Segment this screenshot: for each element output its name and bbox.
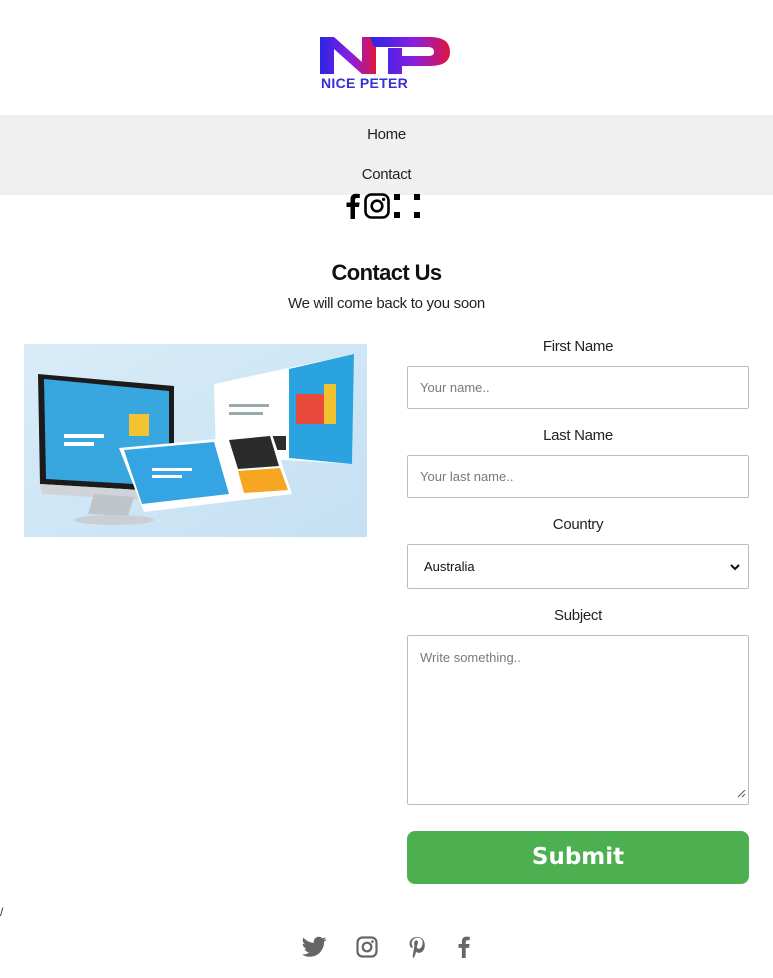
facebook-icon[interactable] — [346, 193, 360, 223]
instagram-icon[interactable] — [356, 936, 378, 962]
brand-name: NICE PETER — [321, 75, 409, 91]
first-name-label: First Name — [542, 338, 614, 355]
resize-handle-icon[interactable] — [737, 783, 746, 802]
country-label: Country — [552, 516, 604, 533]
subject-placeholder: Write something.. — [420, 650, 521, 665]
country-select[interactable]: Australia — [407, 544, 749, 589]
page-title: Contact Us — [331, 260, 442, 285]
np-logo-mark — [320, 37, 450, 74]
page-subtitle: We will come back to you soon — [288, 295, 485, 312]
nav-home-link[interactable]: Home — [0, 126, 773, 143]
subject-label: Subject — [554, 607, 602, 624]
instagram-icon[interactable] — [364, 193, 390, 223]
facebook-icon[interactable] — [458, 936, 470, 962]
last-name-input[interactable] — [407, 455, 749, 498]
brand-logo[interactable]: NICE PETER — [318, 34, 454, 92]
main-nav: Home Contact — [0, 115, 773, 195]
social-links-top — [346, 193, 424, 223]
nav-contact-link[interactable]: Contact — [0, 166, 773, 183]
website-mockup-image — [24, 344, 367, 537]
social-links-footer — [302, 936, 477, 962]
pinterest-icon[interactable] — [408, 936, 426, 964]
stray-text: / — [0, 905, 4, 919]
subject-textarea[interactable]: Write something.. — [407, 635, 749, 805]
twitter-icon[interactable] — [302, 936, 327, 962]
last-name-label: Last Name — [543, 427, 613, 444]
first-name-input[interactable] — [407, 366, 749, 409]
country-selected-value: Australia — [424, 559, 475, 574]
grid-icon[interactable] — [394, 193, 420, 223]
chevron-down-icon — [728, 559, 742, 578]
submit-button[interactable]: Submit — [407, 831, 749, 884]
